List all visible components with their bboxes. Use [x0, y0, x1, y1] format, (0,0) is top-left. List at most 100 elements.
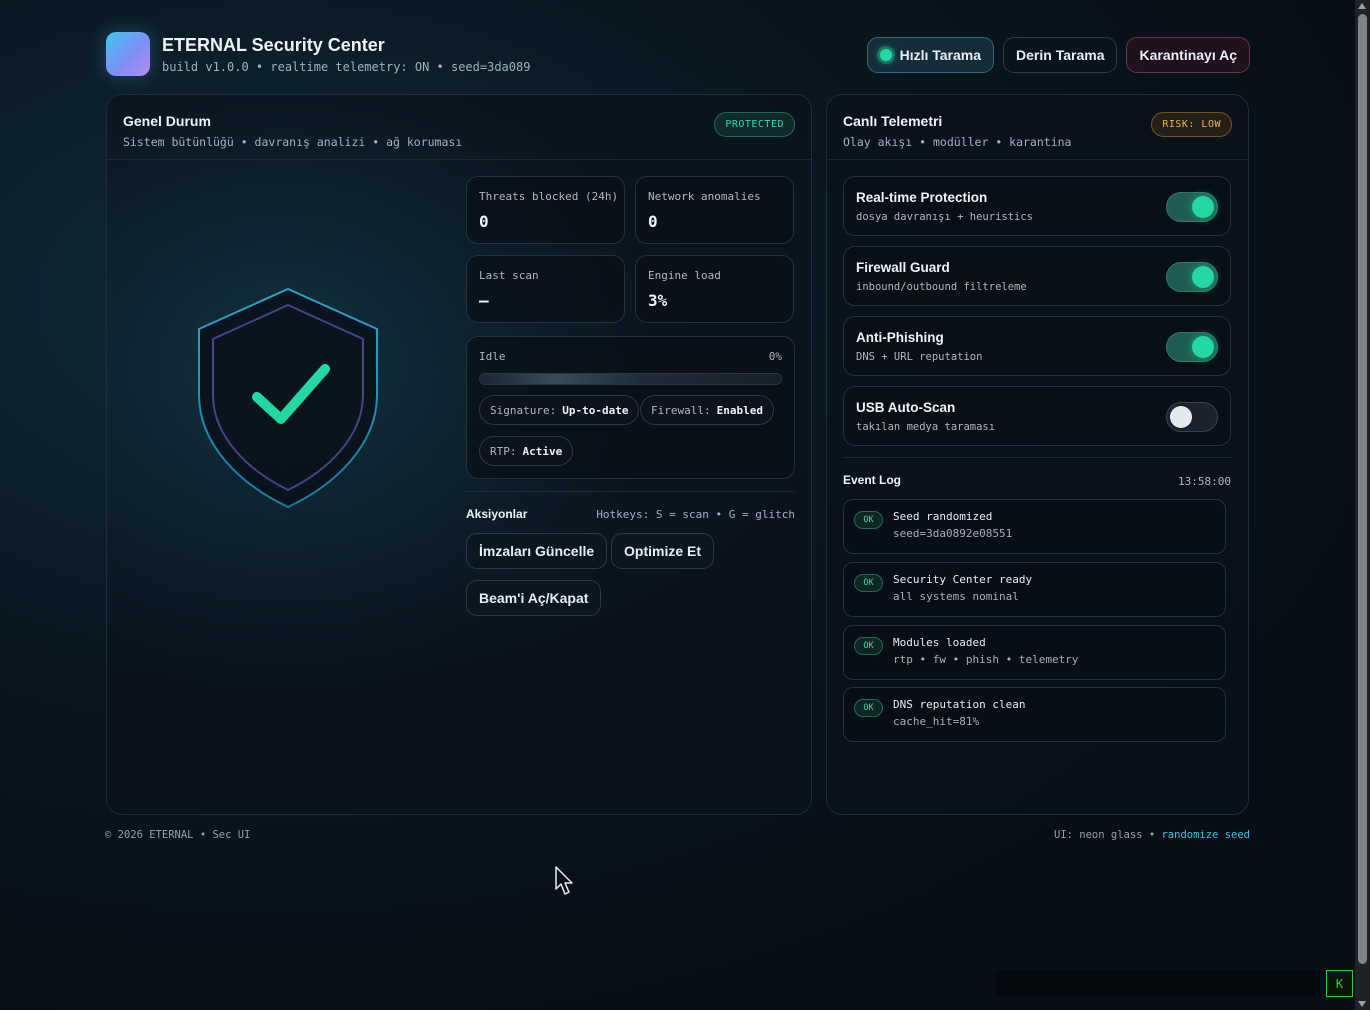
chip-value: Up-to-date [562, 403, 629, 417]
telemetry-panel-header: Canlı Telemetri Olay akışı • modüller • … [827, 95, 1248, 160]
log-item: OK Modules loaded rtp • fw • phish • tel… [843, 625, 1226, 680]
telemetry-panel: Canlı Telemetri Olay akışı • modüller • … [826, 94, 1249, 815]
shield-check-icon [198, 287, 378, 509]
ok-badge: OK [854, 574, 883, 592]
log-item: OK DNS reputation clean cache_hit=81% [843, 687, 1226, 742]
log-detail: cache_hit=81% [893, 715, 980, 728]
stat-label: Last scan [479, 269, 539, 282]
chip-value: Enabled [716, 403, 763, 417]
deep-scan-button[interactable]: Derin Tarama [1003, 37, 1118, 73]
scroll-up-icon[interactable] [1358, 3, 1366, 9]
anti-phishing-toggle[interactable] [1166, 332, 1218, 362]
chip-key: Firewall: [651, 403, 711, 417]
module-anti-phishing: Anti-Phishing DNS + URL reputation [843, 316, 1231, 376]
module-subtitle: dosya davranışı + heuristics [856, 211, 1034, 223]
log-detail: rtp • fw • phish • telemetry [893, 653, 1079, 666]
footer-info: UI: neon glass • randomize seed [1054, 829, 1250, 841]
firewall-guard-toggle[interactable] [1166, 262, 1218, 292]
usb-auto-scan-toggle[interactable] [1166, 402, 1218, 432]
page: ETERNAL Security Center build v1.0.0 • r… [0, 0, 1370, 1010]
chip-key: Signature: [490, 403, 557, 417]
stat-last-scan: Last scan — [466, 255, 625, 323]
stat-label: Network anomalies [648, 190, 761, 203]
log-message: Security Center ready [893, 573, 1033, 586]
actions-title: Aksiyonlar [466, 507, 528, 521]
chip-value: Active [522, 444, 563, 458]
ok-badge: OK [854, 637, 883, 655]
stat-label: Threats blocked (24h) [479, 190, 619, 203]
quick-scan-label: Hızlı Tarama [899, 47, 982, 63]
status-panel-subtitle: Sistem bütünlüğü • davranış analizi • ağ… [123, 135, 463, 149]
ok-badge: OK [854, 699, 883, 717]
module-usb-auto-scan: USB Auto-Scan takılan medya taraması [843, 386, 1231, 446]
event-log-title: Event Log [843, 473, 902, 487]
stat-value: 3% [648, 291, 668, 310]
stat-engine-load: Engine load 3% [635, 255, 794, 323]
stat-value: — [479, 291, 489, 310]
log-detail: seed=3da0892e08551 [893, 527, 1013, 540]
module-subtitle: takılan medya taraması [856, 421, 996, 433]
scan-progress-box: Idle 0% Signature: Up-to-date Firewall: … [466, 336, 795, 479]
divider [843, 457, 1231, 458]
scan-state: Idle [479, 350, 506, 363]
hotkeys-hint: Hotkeys: S = scan • G = glitch [596, 508, 795, 521]
app-logo [106, 32, 150, 76]
toggle-knob [1192, 266, 1214, 288]
status-dot-icon [879, 49, 892, 61]
stat-threats-blocked: Threats blocked (24h) 0 [466, 176, 625, 244]
signature-chip: Signature: Up-to-date [479, 395, 640, 425]
chip-key: RTP: [490, 444, 517, 458]
divider [466, 491, 795, 492]
status-panel: Genel Durum Sistem bütünlüğü • davranış … [106, 94, 812, 815]
stat-value: 0 [479, 212, 489, 231]
log-item: OK Seed randomized seed=3da0892e08551 [843, 499, 1226, 554]
module-title: Real-time Protection [856, 190, 988, 205]
log-message: DNS reputation clean [893, 698, 1026, 711]
stat-label: Engine load [648, 269, 721, 282]
scan-percent: 0% [768, 350, 782, 363]
toggle-knob [1192, 336, 1214, 358]
telemetry-panel-subtitle: Olay akışı • modüller • karantina [843, 135, 1072, 149]
app-subtitle: build v1.0.0 • realtime telemetry: ON • … [162, 60, 531, 74]
log-message: Seed randomized [893, 510, 993, 523]
stat-network-anomalies: Network anomalies 0 [635, 176, 794, 244]
mouse-cursor-icon [555, 866, 573, 895]
app-title: ETERNAL Security Center [162, 35, 385, 55]
randomize-seed-link[interactable]: randomize seed [1161, 829, 1250, 841]
toggle-knob [1192, 196, 1214, 218]
status-panel-title: Genel Durum [123, 113, 211, 129]
scroll-down-icon[interactable] [1358, 1001, 1366, 1007]
ok-badge: OK [854, 511, 883, 529]
firewall-chip: Firewall: Enabled [640, 395, 774, 425]
module-firewall-guard: Firewall Guard inbound/outbound filtrele… [843, 246, 1231, 306]
module-title: USB Auto-Scan [856, 400, 956, 415]
scan-progress-bar [479, 373, 782, 385]
log-detail: all systems nominal [893, 590, 1019, 603]
log-message: Modules loaded [893, 636, 986, 649]
quick-scan-button[interactable]: Hızlı Tarama [866, 37, 995, 73]
telemetry-panel-title: Canlı Telemetri [843, 113, 943, 129]
risk-badge: RISK: LOW [1151, 112, 1232, 137]
header-actions: Hızlı Tarama Derin Tarama Karantinayı Aç [866, 37, 1250, 73]
scroll-thumb[interactable] [1358, 14, 1367, 964]
footer-ui-label: UI: neon glass • [1054, 829, 1156, 841]
open-quarantine-button[interactable]: Karantinayı Aç [1126, 37, 1250, 73]
status-panel-header: Genel Durum Sistem bütünlüğü • davranış … [107, 95, 811, 160]
toggle-beam-button[interactable]: Beam'i Aç/Kapat [466, 580, 602, 616]
update-signatures-button[interactable]: İmzaları Güncelle [466, 533, 608, 569]
scrollbar[interactable] [1355, 0, 1370, 1010]
optimize-button[interactable]: Optimize Et [611, 533, 715, 569]
toggle-knob [1170, 406, 1192, 428]
console-k-button[interactable]: K [1326, 970, 1353, 997]
console-input[interactable] [996, 970, 1320, 996]
module-realtime-protection: Real-time Protection dosya davranışı + h… [843, 176, 1231, 236]
rtp-chip: RTP: Active [479, 436, 574, 466]
module-subtitle: DNS + URL reputation [856, 351, 983, 363]
log-item: OK Security Center ready all systems nom… [843, 562, 1226, 617]
realtime-protection-toggle[interactable] [1166, 192, 1218, 222]
footer-copyright: © 2026 ETERNAL • Sec UI [105, 829, 251, 841]
protected-badge: PROTECTED [714, 112, 795, 137]
event-log-time: 13:58:00 [1178, 475, 1231, 488]
module-title: Firewall Guard [856, 260, 950, 275]
module-subtitle: inbound/outbound filtreleme [856, 281, 1027, 293]
